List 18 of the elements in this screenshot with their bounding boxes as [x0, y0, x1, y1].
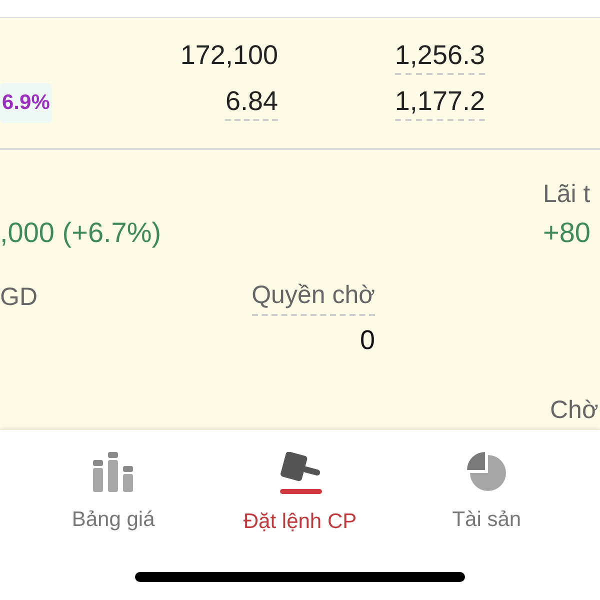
bar-chart-icon [93, 452, 134, 492]
value-text: 172,100 [180, 39, 278, 72]
value-text[interactable]: 1,177.2 [394, 85, 485, 121]
nav-tab[interactable]: Đặt lệnh CP [206, 452, 394, 538]
percent-badge: 6.9% [0, 83, 52, 123]
column-label: Chờ [550, 395, 598, 426]
pending-rights-value: 0 [360, 324, 375, 356]
pending-rights-label[interactable]: Quyền chờ [252, 276, 375, 316]
nav-tab[interactable]: Tài sản [393, 452, 580, 538]
gavel-icon [278, 452, 322, 494]
change-value: ,000 (+6.7%) [0, 216, 162, 250]
nav-tab[interactable]: Bảng giá [20, 452, 207, 538]
column-label: GD [0, 282, 38, 310]
value-text[interactable]: 1,256.3 [394, 39, 485, 75]
pie-chart-icon [466, 452, 507, 492]
profit-value: +80 [543, 216, 590, 250]
profit-label: Lãi t [543, 179, 590, 208]
value-text[interactable]: 6.84 [225, 85, 278, 121]
